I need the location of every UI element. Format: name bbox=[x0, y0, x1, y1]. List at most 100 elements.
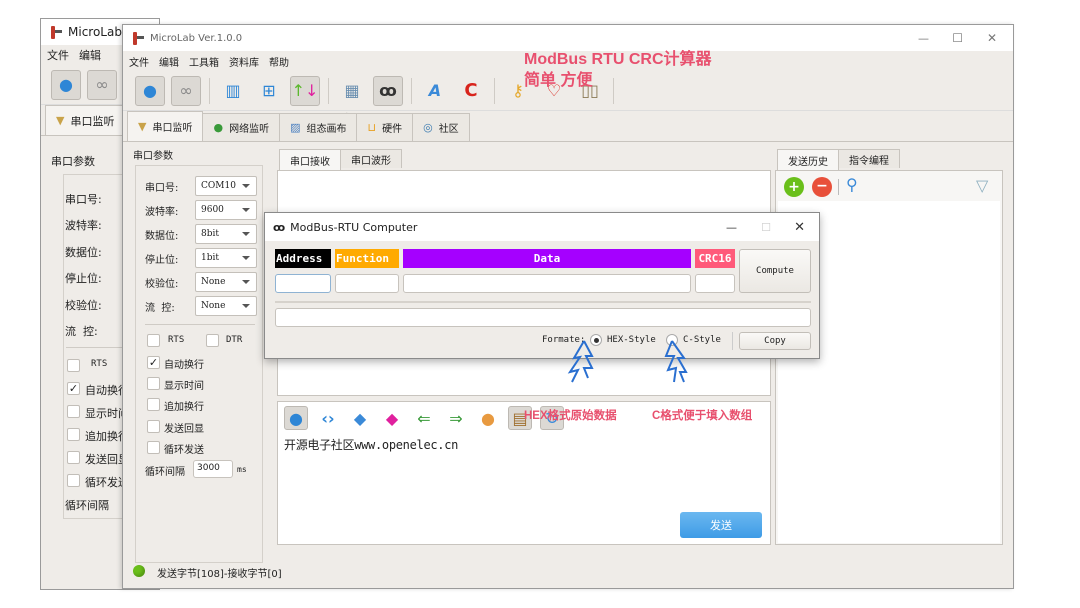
link-icon: ∞ bbox=[95, 75, 109, 94]
remove-history-button[interactable]: − bbox=[812, 177, 832, 197]
add-history-button[interactable]: + bbox=[784, 177, 804, 197]
minimize-button[interactable]: — bbox=[918, 32, 929, 45]
rts-checkbox[interactable] bbox=[147, 334, 160, 347]
menu-library[interactable]: 资料库 bbox=[229, 54, 259, 69]
columns-button[interactable]: ▥ bbox=[218, 76, 248, 106]
address-header: Address bbox=[275, 249, 331, 268]
clear-receive-button[interactable]: ◆ bbox=[348, 406, 372, 430]
function-input[interactable] bbox=[335, 274, 399, 293]
window-layout-icon: ⊞ bbox=[262, 81, 276, 100]
flow-select[interactable]: None bbox=[195, 296, 257, 316]
result-output[interactable] bbox=[275, 308, 811, 327]
flame-c-button[interactable]: C bbox=[456, 76, 486, 106]
showtime-checkbox[interactable] bbox=[147, 377, 160, 390]
code-brackets-icon: ‹› bbox=[321, 408, 335, 428]
dialog-maximize-button[interactable]: ☐ bbox=[761, 221, 771, 234]
back-rts-checkbox[interactable] bbox=[67, 359, 80, 372]
dialog-close-button[interactable]: ✕ bbox=[794, 220, 805, 235]
font-button[interactable]: A bbox=[420, 76, 450, 106]
back-menu-file[interactable]: 文件 bbox=[47, 47, 69, 63]
tab-canvas[interactable]: ▨ 组态画布 bbox=[279, 113, 358, 141]
main-tabs: ▼ 串口监听 ● 网络监听 ▨ 组态画布 ⊔ 硬件 ◎ 社区 bbox=[123, 111, 1013, 142]
baud-select[interactable]: 9600 bbox=[195, 200, 257, 220]
updown-button[interactable]: ↑↓ bbox=[290, 75, 320, 106]
modbus-crc-icon: ꝏ bbox=[273, 220, 286, 234]
menu-toolbox[interactable]: 工具箱 bbox=[189, 54, 219, 69]
data-input[interactable] bbox=[403, 274, 691, 293]
back-showtime-checkbox[interactable] bbox=[67, 405, 80, 418]
back-field-label: 数据位: bbox=[65, 246, 102, 259]
back-interval-label: 循环间隔 bbox=[65, 499, 109, 512]
loop-checkbox[interactable] bbox=[147, 441, 160, 454]
back-tab-serial[interactable]: ▼ 串口监听 bbox=[45, 105, 126, 135]
back-field-label: 流 控: bbox=[65, 325, 98, 338]
back-field-label: 停止位: bbox=[65, 272, 102, 285]
echo-checkbox[interactable] bbox=[147, 420, 160, 433]
flow-value: None bbox=[201, 301, 226, 311]
autowrap-label: 自动换行 bbox=[164, 360, 204, 371]
copy-button[interactable]: Copy bbox=[739, 332, 811, 350]
back-group-title: 串口参数 bbox=[51, 155, 95, 168]
eraser-pink-icon: ◆ bbox=[385, 408, 399, 428]
interval-input[interactable]: 3000 bbox=[193, 460, 233, 478]
send-text[interactable]: 开源电子社区www.openelec.cn bbox=[284, 436, 458, 453]
appendnl-checkbox[interactable] bbox=[147, 398, 160, 411]
menu-file[interactable]: 文件 bbox=[129, 54, 149, 69]
clear-send-button[interactable]: ◆ bbox=[380, 406, 404, 430]
modbus-dialog: ꝏ ModBus-RTU Computer — ☐ ✕ Address Func… bbox=[264, 212, 820, 359]
menu-edit[interactable]: 编辑 bbox=[159, 54, 179, 69]
search-history-button[interactable]: ⚲ bbox=[846, 175, 858, 194]
dialog-minimize-button[interactable]: — bbox=[726, 221, 737, 234]
databits-select[interactable]: 8bit bbox=[195, 224, 257, 244]
maximize-button[interactable]: ☐ bbox=[952, 31, 963, 45]
crc16-input[interactable] bbox=[695, 274, 735, 293]
tab-serial-waveform[interactable]: 串口波形 bbox=[340, 149, 402, 168]
back-connect-button[interactable]: ● bbox=[51, 69, 81, 100]
layout-button[interactable]: ⊞ bbox=[254, 76, 284, 106]
port-select[interactable]: COM10 bbox=[195, 176, 257, 196]
modbus-crc-button[interactable]: ꝏ bbox=[373, 75, 403, 106]
back-field-label: 波特率: bbox=[65, 219, 102, 232]
crc16-header: CRC16 bbox=[695, 249, 735, 268]
send-button[interactable]: 发送 bbox=[680, 512, 762, 538]
tab-community[interactable]: ◎ 社区 bbox=[412, 113, 470, 141]
back-menu-edit[interactable]: 编辑 bbox=[79, 47, 101, 63]
compute-button[interactable]: Compute bbox=[739, 249, 811, 293]
autowrap-checkbox[interactable]: ✓ bbox=[147, 356, 160, 369]
tab-hardware[interactable]: ⊔ 硬件 bbox=[356, 113, 414, 141]
parity-select[interactable]: None bbox=[195, 272, 257, 292]
send-connect-button[interactable]: ● bbox=[284, 406, 308, 430]
tab-send-history[interactable]: 发送历史 bbox=[777, 149, 839, 170]
palette-button[interactable]: ● bbox=[476, 406, 500, 430]
back-autowrap-checkbox[interactable]: ✓ bbox=[67, 382, 80, 395]
close-button[interactable]: ✕ bbox=[987, 31, 997, 45]
baud-value: 9600 bbox=[201, 205, 224, 215]
calculator-button[interactable]: ▦ bbox=[337, 76, 367, 106]
tab-command-program[interactable]: 指令编程 bbox=[838, 149, 900, 168]
link-button[interactable]: ∞ bbox=[171, 75, 201, 106]
toolbar-separator bbox=[494, 77, 495, 104]
code-button[interactable]: ‹› bbox=[316, 406, 340, 430]
stopbits-select[interactable]: 1bit bbox=[195, 248, 257, 268]
toolbar-separator bbox=[411, 77, 412, 104]
loop-label: 循环发送 bbox=[164, 445, 204, 456]
back-appendnl-checkbox[interactable] bbox=[67, 428, 80, 441]
connect-button[interactable]: ● bbox=[135, 75, 165, 106]
tab-serial-monitor[interactable]: ▼ 串口监听 bbox=[127, 111, 204, 141]
connect-icon: ● bbox=[289, 408, 303, 428]
import-button[interactable]: ⇐ bbox=[412, 406, 436, 430]
menu-help[interactable]: 帮助 bbox=[269, 54, 289, 69]
back-link-button[interactable]: ∞ bbox=[87, 69, 117, 100]
back-loop-checkbox[interactable] bbox=[67, 474, 80, 487]
tab-network-monitor[interactable]: ● 网络监听 bbox=[202, 113, 281, 141]
dtr-checkbox[interactable] bbox=[206, 334, 219, 347]
address-input[interactable] bbox=[275, 274, 331, 293]
export-button[interactable]: ⇒ bbox=[444, 406, 468, 430]
copy-separator bbox=[732, 332, 733, 350]
flame-c-icon: C bbox=[464, 80, 478, 101]
tab-label: 串口接收 bbox=[290, 156, 330, 168]
back-echo-checkbox[interactable] bbox=[67, 451, 80, 464]
toolbar-separator bbox=[613, 77, 614, 104]
tab-serial-receive[interactable]: 串口接收 bbox=[279, 149, 341, 170]
mask-button[interactable]: ▽ bbox=[976, 176, 988, 195]
